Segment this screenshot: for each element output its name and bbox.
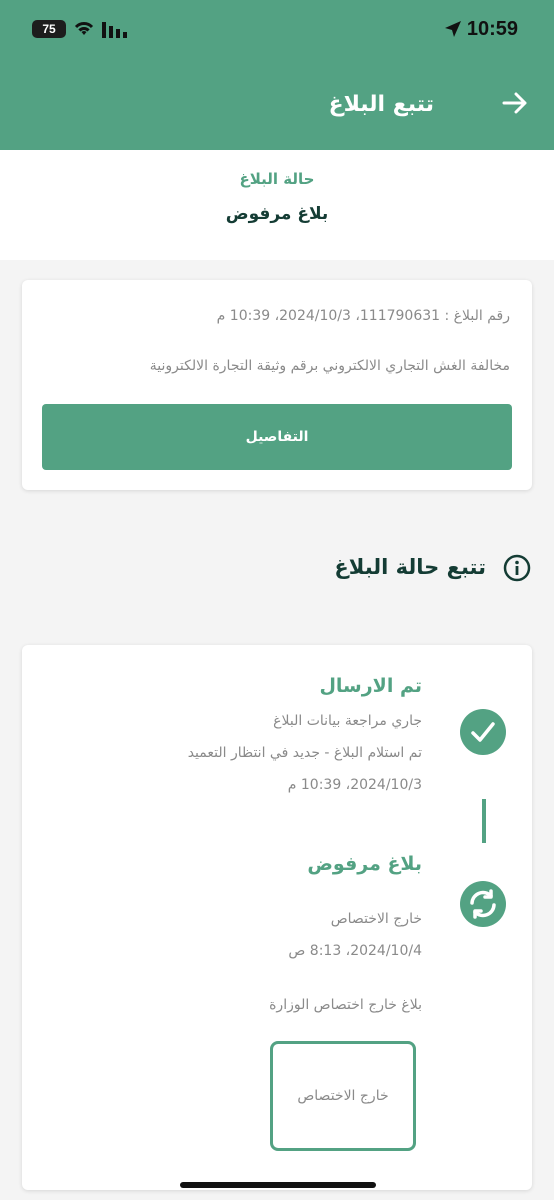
home-indicator [180,1182,376,1188]
back-arrow-icon[interactable] [500,88,530,118]
status-time: 10:59 [466,18,518,40]
tracking-card: تم الارسال جاري مراجعة بيانات البلاغ تم … [22,645,532,1190]
wifi-icon [74,22,94,35]
refresh-icon [470,889,496,919]
check-icon [471,722,495,742]
tracking-heading: تتبع حالة البلاغ [334,555,486,579]
step-sent-title: تم الارسال [319,675,422,697]
ministry-note: بلاغ خارج اختصاص الوزارة [269,997,422,1013]
step-connector [482,799,486,843]
location-arrow-icon [445,21,461,37]
report-description: مخالفة الغش التجاري الالكتروني برقم وثيق… [149,358,510,374]
signal-icon [102,22,127,38]
step-sent-line-1: جاري مراجعة بيانات البلاغ [273,713,422,729]
app-header: 75 10:59 تتبع البلاغ [0,0,554,150]
report-meta: رقم البلاغ : 111790631، 2024/10/3، 10:39… [216,308,510,324]
jurisdiction-box[interactable]: خارج الاختصاص [270,1041,416,1151]
status-value: بلاغ مرفوض [225,204,329,224]
step-sent-status [460,709,506,755]
report-card: رقم البلاغ : 111790631، 2024/10/3، 10:39… [22,280,532,490]
status-label: حالة البلاغ [239,170,315,188]
battery-indicator: 75 [32,20,66,38]
step-sent-line-2: تم استلام البلاغ - جديد في انتظار التعمي… [187,745,422,761]
page-title: تتبع البلاغ [328,92,434,117]
step-sent-date: 2024/10/3، 10:39 م [287,777,422,793]
step-rejected-title: بلاغ مرفوض [307,853,422,875]
info-icon[interactable] [502,553,532,583]
step-rejected-line-1: خارج الاختصاص [330,911,422,927]
report-status-section: حالة البلاغ بلاغ مرفوض [0,150,554,260]
step-rejected-date: 2024/10/4، 8:13 ص [288,943,422,959]
details-button[interactable]: التفاصيل [42,404,512,470]
step-rejected-status [460,881,506,927]
